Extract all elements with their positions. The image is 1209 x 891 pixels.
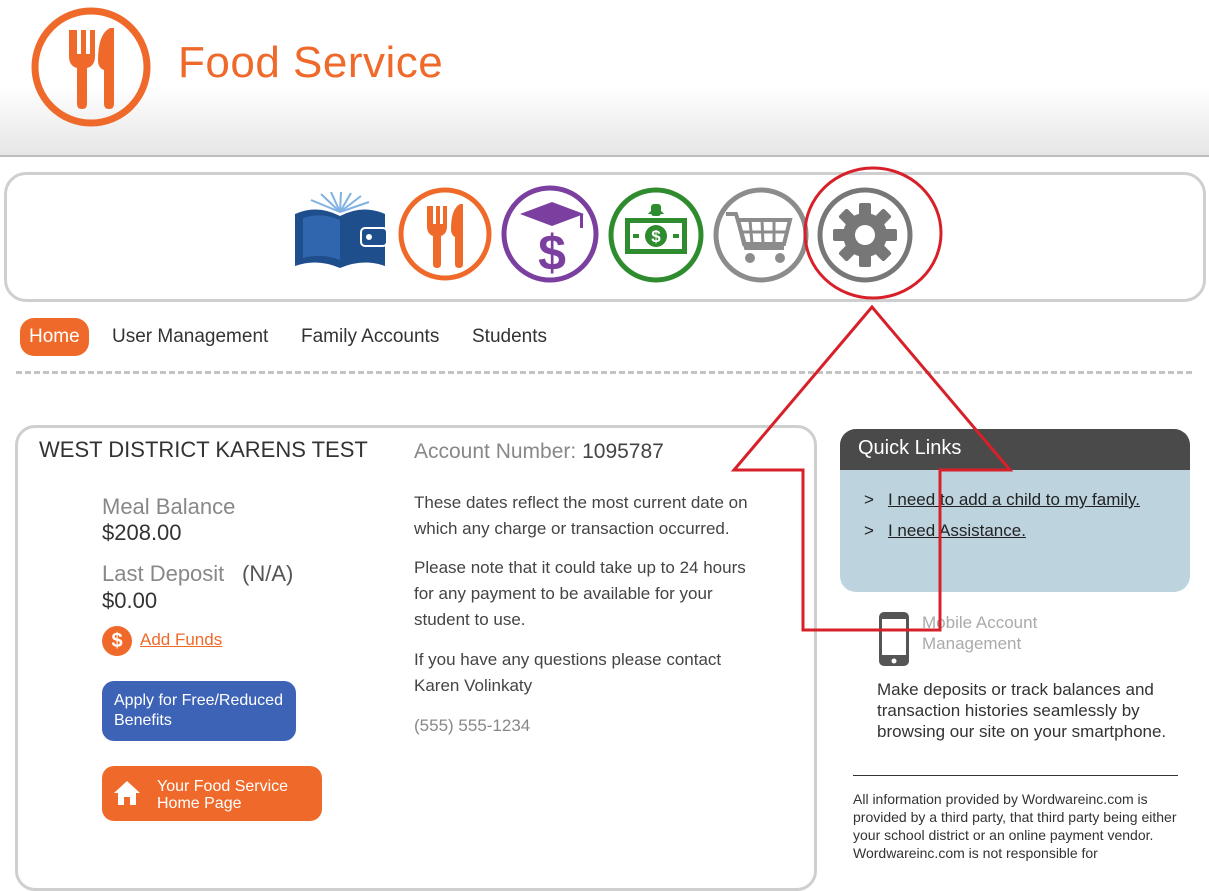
disclaimer-text: All information provided by Wordwareinc.… [853,791,1177,861]
chevron-right-icon: > [864,490,874,509]
site-title: Food Service [178,38,444,87]
svg-text:$: $ [538,225,566,281]
account-number-value: 1095787 [582,440,664,463]
nav-home[interactable]: Home [20,318,89,356]
dates-info-text: These dates reflect the most current dat… [414,493,748,538]
fork-knife-icon[interactable] [30,6,152,128]
last-deposit-note: (N/A) [242,561,294,586]
meal-balance-value: $208.00 [102,520,182,545]
last-deposit-value: $0.00 [102,588,158,613]
gear-icon[interactable] [816,186,914,284]
meal-balance-label: Meal Balance [102,494,236,519]
account-number: Account Number: 1095787 [414,440,664,464]
wallet-book-icon[interactable] [291,192,389,272]
quick-links-panel: Quick Links > I need to add a child to my… [840,429,1190,592]
divider [853,775,1178,776]
dollar-icon[interactable]: $ [102,626,132,656]
shopping-cart-icon[interactable] [712,186,810,284]
fork-knife-icon[interactable] [397,186,493,282]
last-deposit-label: Last Deposit [102,561,225,586]
graduation-dollar-icon[interactable]: $ [500,184,600,284]
smartphone-icon [879,612,909,666]
nav-students[interactable]: Students [472,318,547,356]
quick-link-assistance[interactable]: > I need Assistance. [864,521,1026,541]
nav-user-management[interactable]: User Management [112,318,268,356]
chevron-right-icon: > [864,521,874,540]
food-service-home-label: Your Food Service Home Page [157,778,289,812]
svg-text:$: $ [651,227,661,246]
site-header: Food Service [0,0,1209,157]
quick-links-title: Quick Links [840,429,1190,470]
quick-link-label[interactable]: I need to add a child to my family. [888,490,1140,509]
apply-free-reduced-button[interactable]: Apply for Free/Reduced Benefits [102,681,296,741]
contact-phone: (555) 555-1234 [414,716,531,735]
home-icon [114,781,140,805]
district-name: WEST DISTRICT KARENS TEST [39,437,368,462]
mobile-account-title: Mobile Account Management [922,613,1038,653]
contact-text: If you have any questions please contact… [414,650,722,695]
nav-divider [16,371,1192,374]
quick-link-add-child[interactable]: > I need to add a child to my family. [864,490,1140,510]
cash-bill-icon[interactable]: $ [607,186,705,284]
add-funds-link[interactable]: Add Funds [140,630,222,650]
account-number-label: Account Number: [414,440,577,463]
app-icon-bar [4,172,1206,302]
mobile-account-text: Make deposits or track balances and tran… [877,680,1167,741]
payment-delay-text: Please note that it could take up to 24 … [414,558,746,629]
quick-link-label[interactable]: I need Assistance. [888,521,1026,540]
nav-family-accounts[interactable]: Family Accounts [301,318,439,356]
